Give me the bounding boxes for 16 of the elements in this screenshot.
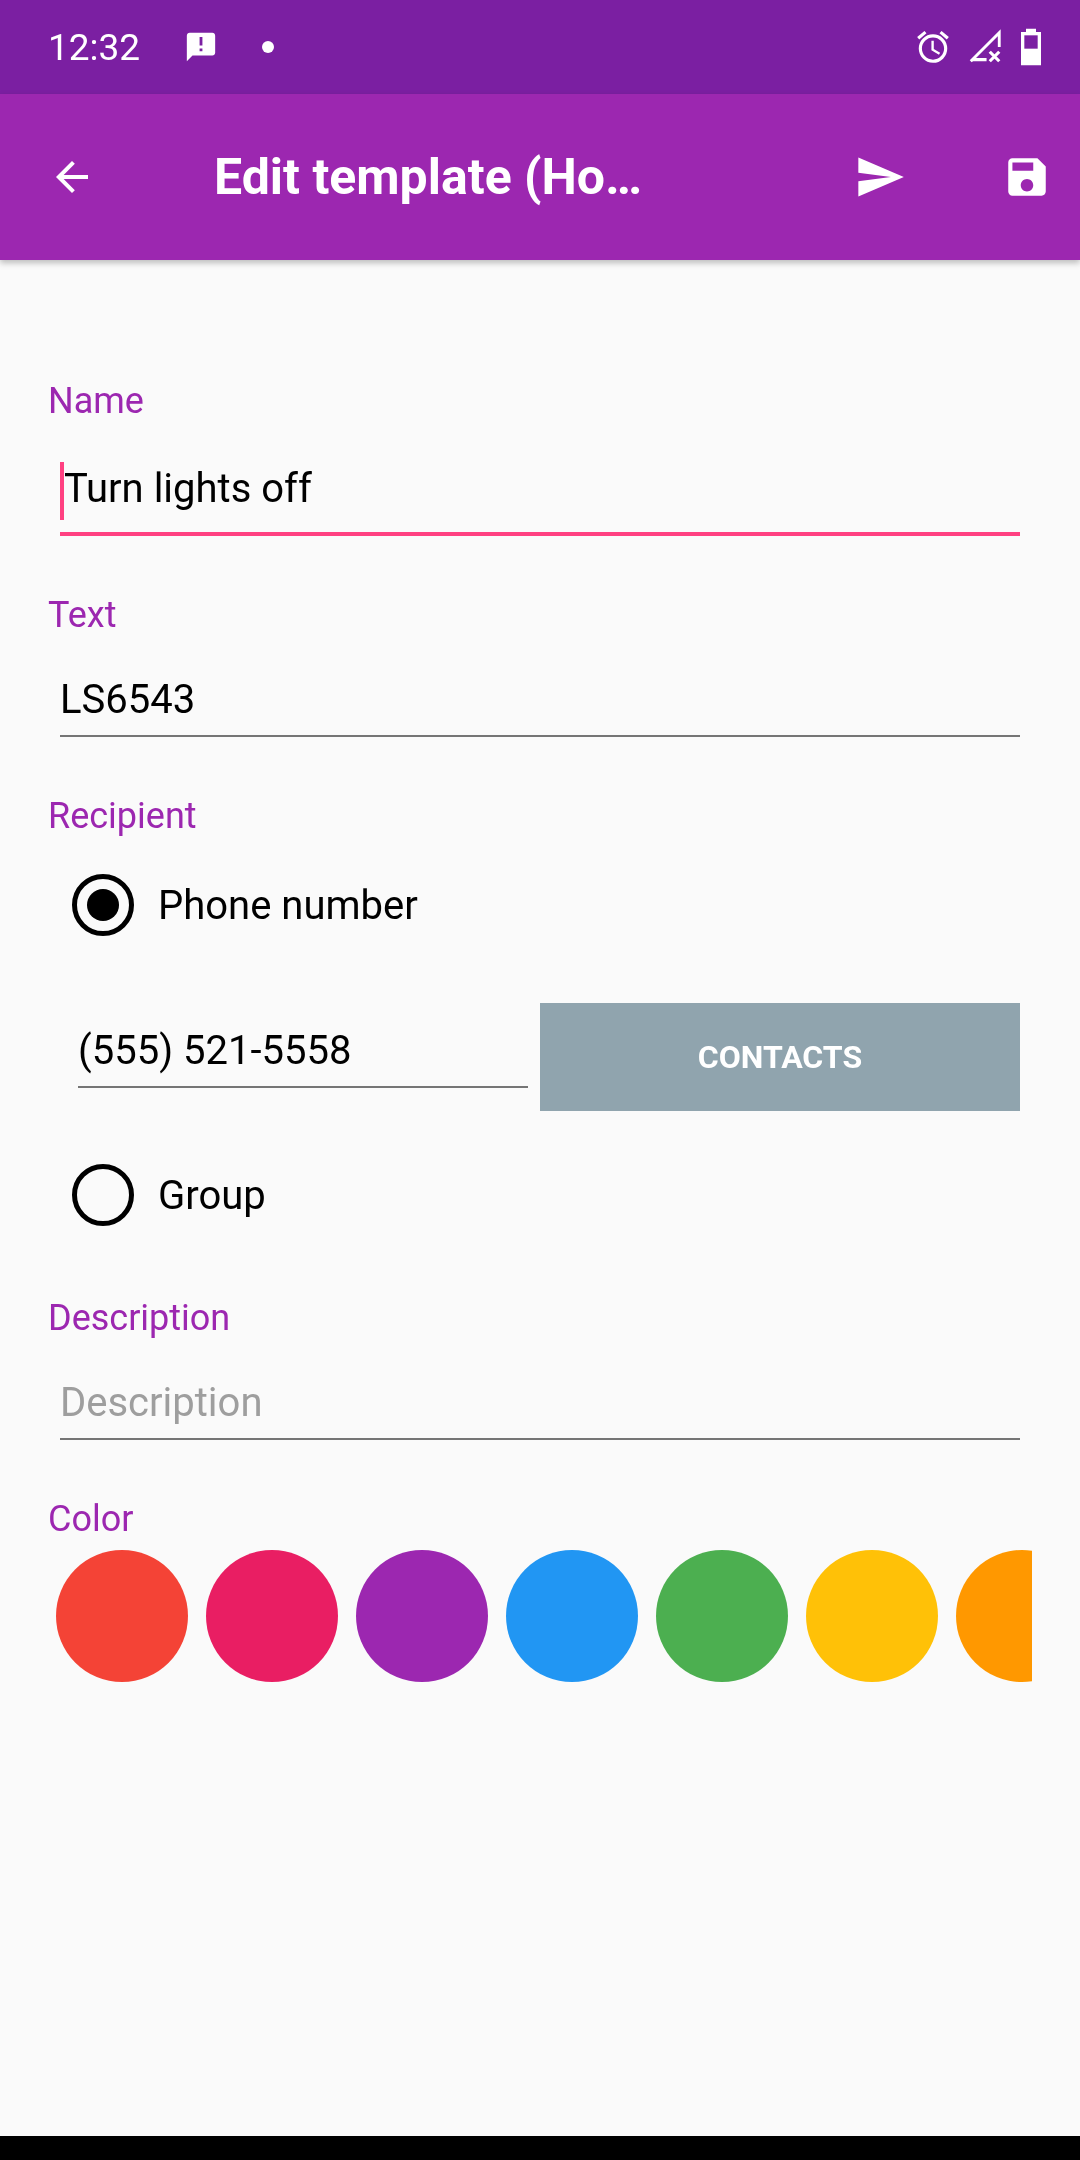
battery-icon (1018, 27, 1044, 67)
description-field[interactable]: Description (60, 1339, 1020, 1440)
option-label: Phone number (158, 881, 418, 929)
option-label: Group (158, 1171, 266, 1219)
radio-button[interactable] (72, 1164, 134, 1226)
field-label: Description (48, 1297, 231, 1339)
screen-title: Edit template (Ho… (214, 148, 644, 206)
clock: 12:32 (48, 25, 141, 69)
field-label: Recipient (48, 795, 197, 837)
name-field[interactable]: Turn lights off (60, 422, 1020, 536)
field-label: Name (48, 380, 144, 422)
text-field[interactable]: LS6543 (60, 636, 1020, 737)
phone-field[interactable]: (555) 521-5558 (78, 1026, 528, 1088)
dot-icon (262, 41, 275, 53)
field-label: Text (48, 594, 117, 636)
field-label: Color (48, 1498, 134, 1540)
